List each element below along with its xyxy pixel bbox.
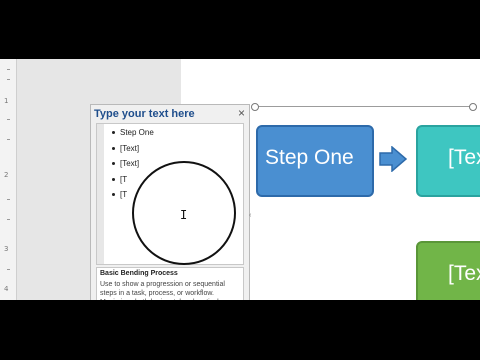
- shape-label: [Tex: [448, 262, 480, 285]
- chevron-left-icon[interactable]: ‹: [249, 212, 254, 222]
- bullet-item[interactable]: [T: [112, 175, 127, 184]
- smartart-shape-2[interactable]: [Tex: [416, 125, 480, 197]
- description-body: Use to show a progression or sequential …: [100, 281, 225, 300]
- bullet-item[interactable]: [T: [112, 190, 127, 199]
- description-title: Basic Bending Process: [100, 270, 178, 277]
- close-icon[interactable]: ×: [238, 106, 245, 120]
- bullet-item[interactable]: [Text]: [112, 159, 139, 168]
- ruler-label: 2: [4, 171, 9, 179]
- resize-handle[interactable]: [469, 103, 477, 111]
- shape-label: [Tex: [448, 146, 480, 169]
- bullet-item[interactable]: [Text]: [112, 144, 139, 153]
- pane-title: Type your text here: [94, 108, 195, 120]
- resize-handle[interactable]: [251, 103, 259, 111]
- ruler-label: 4: [4, 285, 9, 293]
- text-cursor-icon: I: [180, 208, 188, 222]
- ruler-label: 1: [4, 97, 9, 105]
- smartart-frame-border: [254, 106, 474, 107]
- smartart-shape-3[interactable]: [Tex: [416, 241, 480, 300]
- smartart-shape-step-one[interactable]: Step One: [256, 125, 374, 197]
- ruler-label: 3: [4, 245, 9, 253]
- bullet-item[interactable]: Step One: [112, 128, 154, 137]
- word-window: 1 2 3 4 Step One [Tex [Tex Type your tex…: [0, 59, 480, 300]
- shape-label: Step One: [265, 146, 354, 169]
- arrow-right-icon: [379, 146, 407, 172]
- smartart-text-pane: Type your text here × Step One [Text] [T…: [90, 104, 250, 300]
- scrollbar[interactable]: [97, 124, 104, 264]
- vertical-ruler: 1 2 3 4: [0, 59, 17, 300]
- layout-description: Basic Bending Process Use to show a prog…: [96, 267, 244, 300]
- text-entry-area[interactable]: Step One [Text] [Text] [T [T I: [96, 123, 244, 265]
